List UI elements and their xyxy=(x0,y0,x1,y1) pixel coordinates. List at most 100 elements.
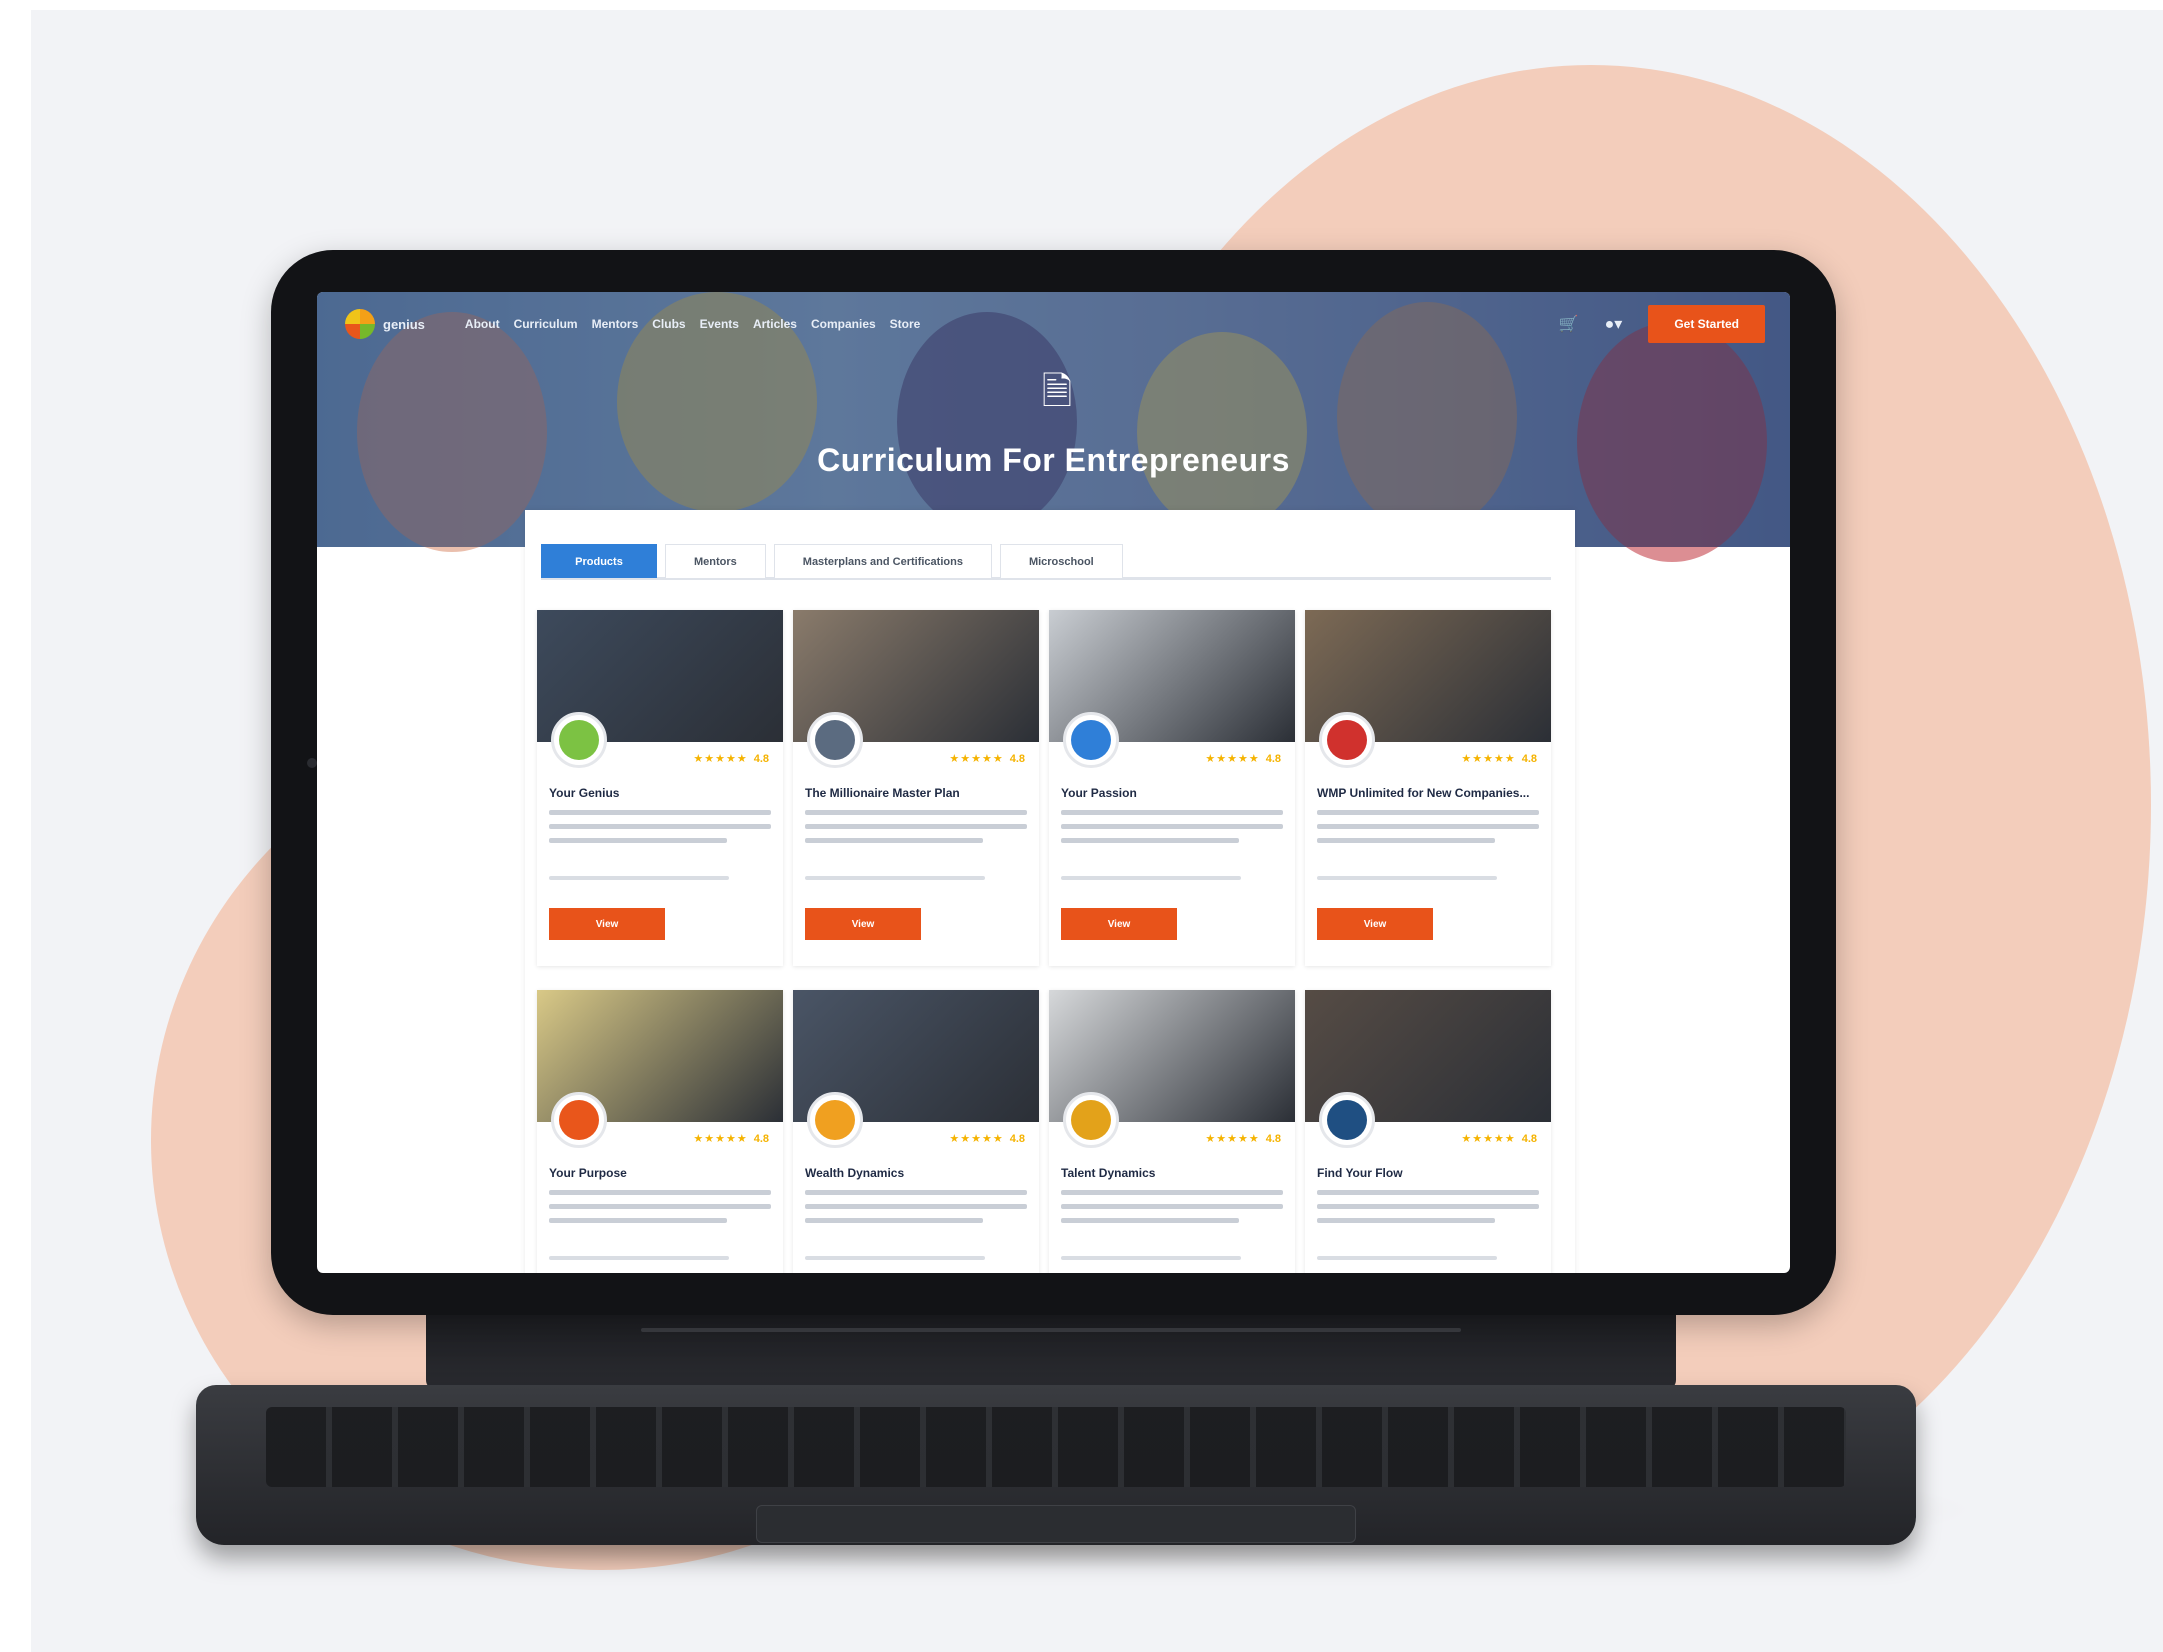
nav-link-mentors[interactable]: Mentors xyxy=(592,317,639,331)
product-mockup-scene: genius About Curriculum Mentors Clubs Ev… xyxy=(31,10,2163,1652)
card-meta xyxy=(1317,1256,1497,1260)
site-logo[interactable]: genius xyxy=(345,309,425,339)
card-meta xyxy=(805,876,985,880)
card-title[interactable]: Wealth Dynamics xyxy=(805,1166,1031,1180)
product-badge-icon xyxy=(1319,1092,1375,1148)
card-rating: ★★★★★ 4.8 xyxy=(1205,752,1281,766)
card-description xyxy=(1317,1190,1539,1232)
rating-value: 4.8 xyxy=(1265,1132,1281,1145)
product-badge-icon xyxy=(1063,712,1119,768)
card-rating: ★★★★★ 4.8 xyxy=(693,1132,769,1146)
tablet-screen: genius About Curriculum Mentors Clubs Ev… xyxy=(317,292,1790,1273)
card-rating: ★★★★★ 4.8 xyxy=(693,752,769,766)
product-card[interactable]: ★★★★★ 4.8 WMP Unlimited for New Companie… xyxy=(1305,610,1551,966)
card-meta xyxy=(549,1256,729,1260)
nav-link-about[interactable]: About xyxy=(465,317,500,331)
card-title[interactable]: Your Purpose xyxy=(549,1166,775,1180)
card-meta xyxy=(805,1256,985,1260)
rating-value: 4.8 xyxy=(753,752,769,765)
rating-value: 4.8 xyxy=(1521,1132,1537,1145)
view-button[interactable]: View xyxy=(805,908,921,940)
card-description xyxy=(805,810,1027,852)
card-rating: ★★★★★ 4.8 xyxy=(1461,1132,1537,1146)
card-description xyxy=(1061,810,1283,852)
star-rating-icon: ★★★★★ xyxy=(1461,1133,1516,1145)
product-card[interactable]: ★★★★★ 4.8 Your Passion View xyxy=(1049,610,1295,966)
product-card[interactable]: ★★★★★ 4.8 Find Your Flow View xyxy=(1305,990,1551,1273)
top-navigation: genius About Curriculum Mentors Clubs Ev… xyxy=(345,302,1765,346)
rating-value: 4.8 xyxy=(1009,752,1025,765)
star-rating-icon: ★★★★★ xyxy=(1205,1133,1260,1145)
product-badge-icon xyxy=(1319,712,1375,768)
nav-link-curriculum[interactable]: Curriculum xyxy=(514,317,578,331)
card-meta xyxy=(1061,876,1241,880)
card-rating: ★★★★★ 4.8 xyxy=(1461,752,1537,766)
nav-link-store[interactable]: Store xyxy=(890,317,921,331)
document-icon: 🗎 xyxy=(1041,371,1073,413)
curriculum-panel: Products Mentors Masterplans and Certifi… xyxy=(525,510,1575,1273)
nav-link-articles[interactable]: Articles xyxy=(753,317,797,331)
rating-value: 4.8 xyxy=(1009,1132,1025,1145)
tab-microschool[interactable]: Microschool xyxy=(999,544,1123,578)
nav-link-clubs[interactable]: Clubs xyxy=(652,317,685,331)
product-card[interactable]: ★★★★★ 4.8 Your Genius View xyxy=(537,610,783,966)
cart-icon[interactable]: 🛒 xyxy=(1559,314,1579,334)
card-title[interactable]: Your Genius xyxy=(549,786,775,800)
nav-link-events[interactable]: Events xyxy=(700,317,739,331)
tablet-device: genius About Curriculum Mentors Clubs Ev… xyxy=(271,250,1836,1315)
card-title[interactable]: WMP Unlimited for New Companies... xyxy=(1317,786,1543,800)
rating-value: 4.8 xyxy=(753,1132,769,1145)
view-button[interactable]: View xyxy=(1317,908,1433,940)
card-title[interactable]: Find Your Flow xyxy=(1317,1166,1543,1180)
card-description xyxy=(1061,1190,1283,1232)
card-rating: ★★★★★ 4.8 xyxy=(949,1132,1025,1146)
tab-mentors[interactable]: Mentors xyxy=(665,544,766,578)
trackpad xyxy=(756,1505,1356,1543)
product-badge-icon xyxy=(1063,1092,1119,1148)
card-meta xyxy=(549,876,729,880)
star-rating-icon: ★★★★★ xyxy=(1461,753,1516,765)
hero-banner: genius About Curriculum Mentors Clubs Ev… xyxy=(317,292,1790,562)
card-description xyxy=(1317,810,1539,852)
card-title[interactable]: Talent Dynamics xyxy=(1061,1166,1287,1180)
logo-text: genius xyxy=(383,316,425,332)
nav-link-companies[interactable]: Companies xyxy=(811,317,876,331)
tab-masterplans[interactable]: Masterplans and Certifications xyxy=(773,544,992,578)
product-card[interactable]: ★★★★★ 4.8 Talent Dynamics View xyxy=(1049,990,1295,1273)
star-rating-icon: ★★★★★ xyxy=(949,1133,1004,1145)
card-meta xyxy=(1061,1256,1241,1260)
star-rating-icon: ★★★★★ xyxy=(1205,753,1260,765)
page-title: Curriculum For Entrepreneurs xyxy=(817,442,1290,478)
keyboard-hinge xyxy=(426,1310,1676,1390)
keyboard-keys xyxy=(266,1407,1846,1487)
category-tabs: Products Mentors Masterplans and Certifi… xyxy=(541,544,1551,580)
get-started-button[interactable]: Get Started xyxy=(1648,305,1765,343)
rating-value: 4.8 xyxy=(1521,752,1537,765)
star-rating-icon: ★★★★★ xyxy=(693,753,748,765)
camera-icon xyxy=(307,758,317,768)
tab-products[interactable]: Products xyxy=(541,544,657,578)
card-description xyxy=(805,1190,1027,1232)
star-rating-icon: ★★★★★ xyxy=(693,1133,748,1145)
product-card[interactable]: ★★★★★ 4.8 The Millionaire Master Plan Vi… xyxy=(793,610,1039,966)
user-icon[interactable]: ●▾ xyxy=(1605,314,1623,334)
view-button[interactable]: View xyxy=(1061,908,1177,940)
logo-icon xyxy=(345,309,375,339)
card-rating: ★★★★★ 4.8 xyxy=(1205,1132,1281,1146)
card-title[interactable]: Your Passion xyxy=(1061,786,1287,800)
product-badge-icon xyxy=(551,712,607,768)
product-badge-icon xyxy=(551,1092,607,1148)
keyboard xyxy=(196,1385,1916,1545)
view-button[interactable]: View xyxy=(549,908,665,940)
card-rating: ★★★★★ 4.8 xyxy=(949,752,1025,766)
product-grid: ★★★★★ 4.8 Your Genius View ★★★★★ 4.8 The… xyxy=(537,610,1567,1273)
nav-links: About Curriculum Mentors Clubs Events Ar… xyxy=(465,317,920,331)
product-card[interactable]: ★★★★★ 4.8 Wealth Dynamics View xyxy=(793,990,1039,1273)
rating-value: 4.8 xyxy=(1265,752,1281,765)
nav-actions: 🛒 ●▾ Get Started xyxy=(1559,305,1765,343)
product-badge-icon xyxy=(807,712,863,768)
card-description xyxy=(549,1190,771,1232)
product-card[interactable]: ★★★★★ 4.8 Your Purpose View xyxy=(537,990,783,1273)
product-badge-icon xyxy=(807,1092,863,1148)
card-title[interactable]: The Millionaire Master Plan xyxy=(805,786,1031,800)
